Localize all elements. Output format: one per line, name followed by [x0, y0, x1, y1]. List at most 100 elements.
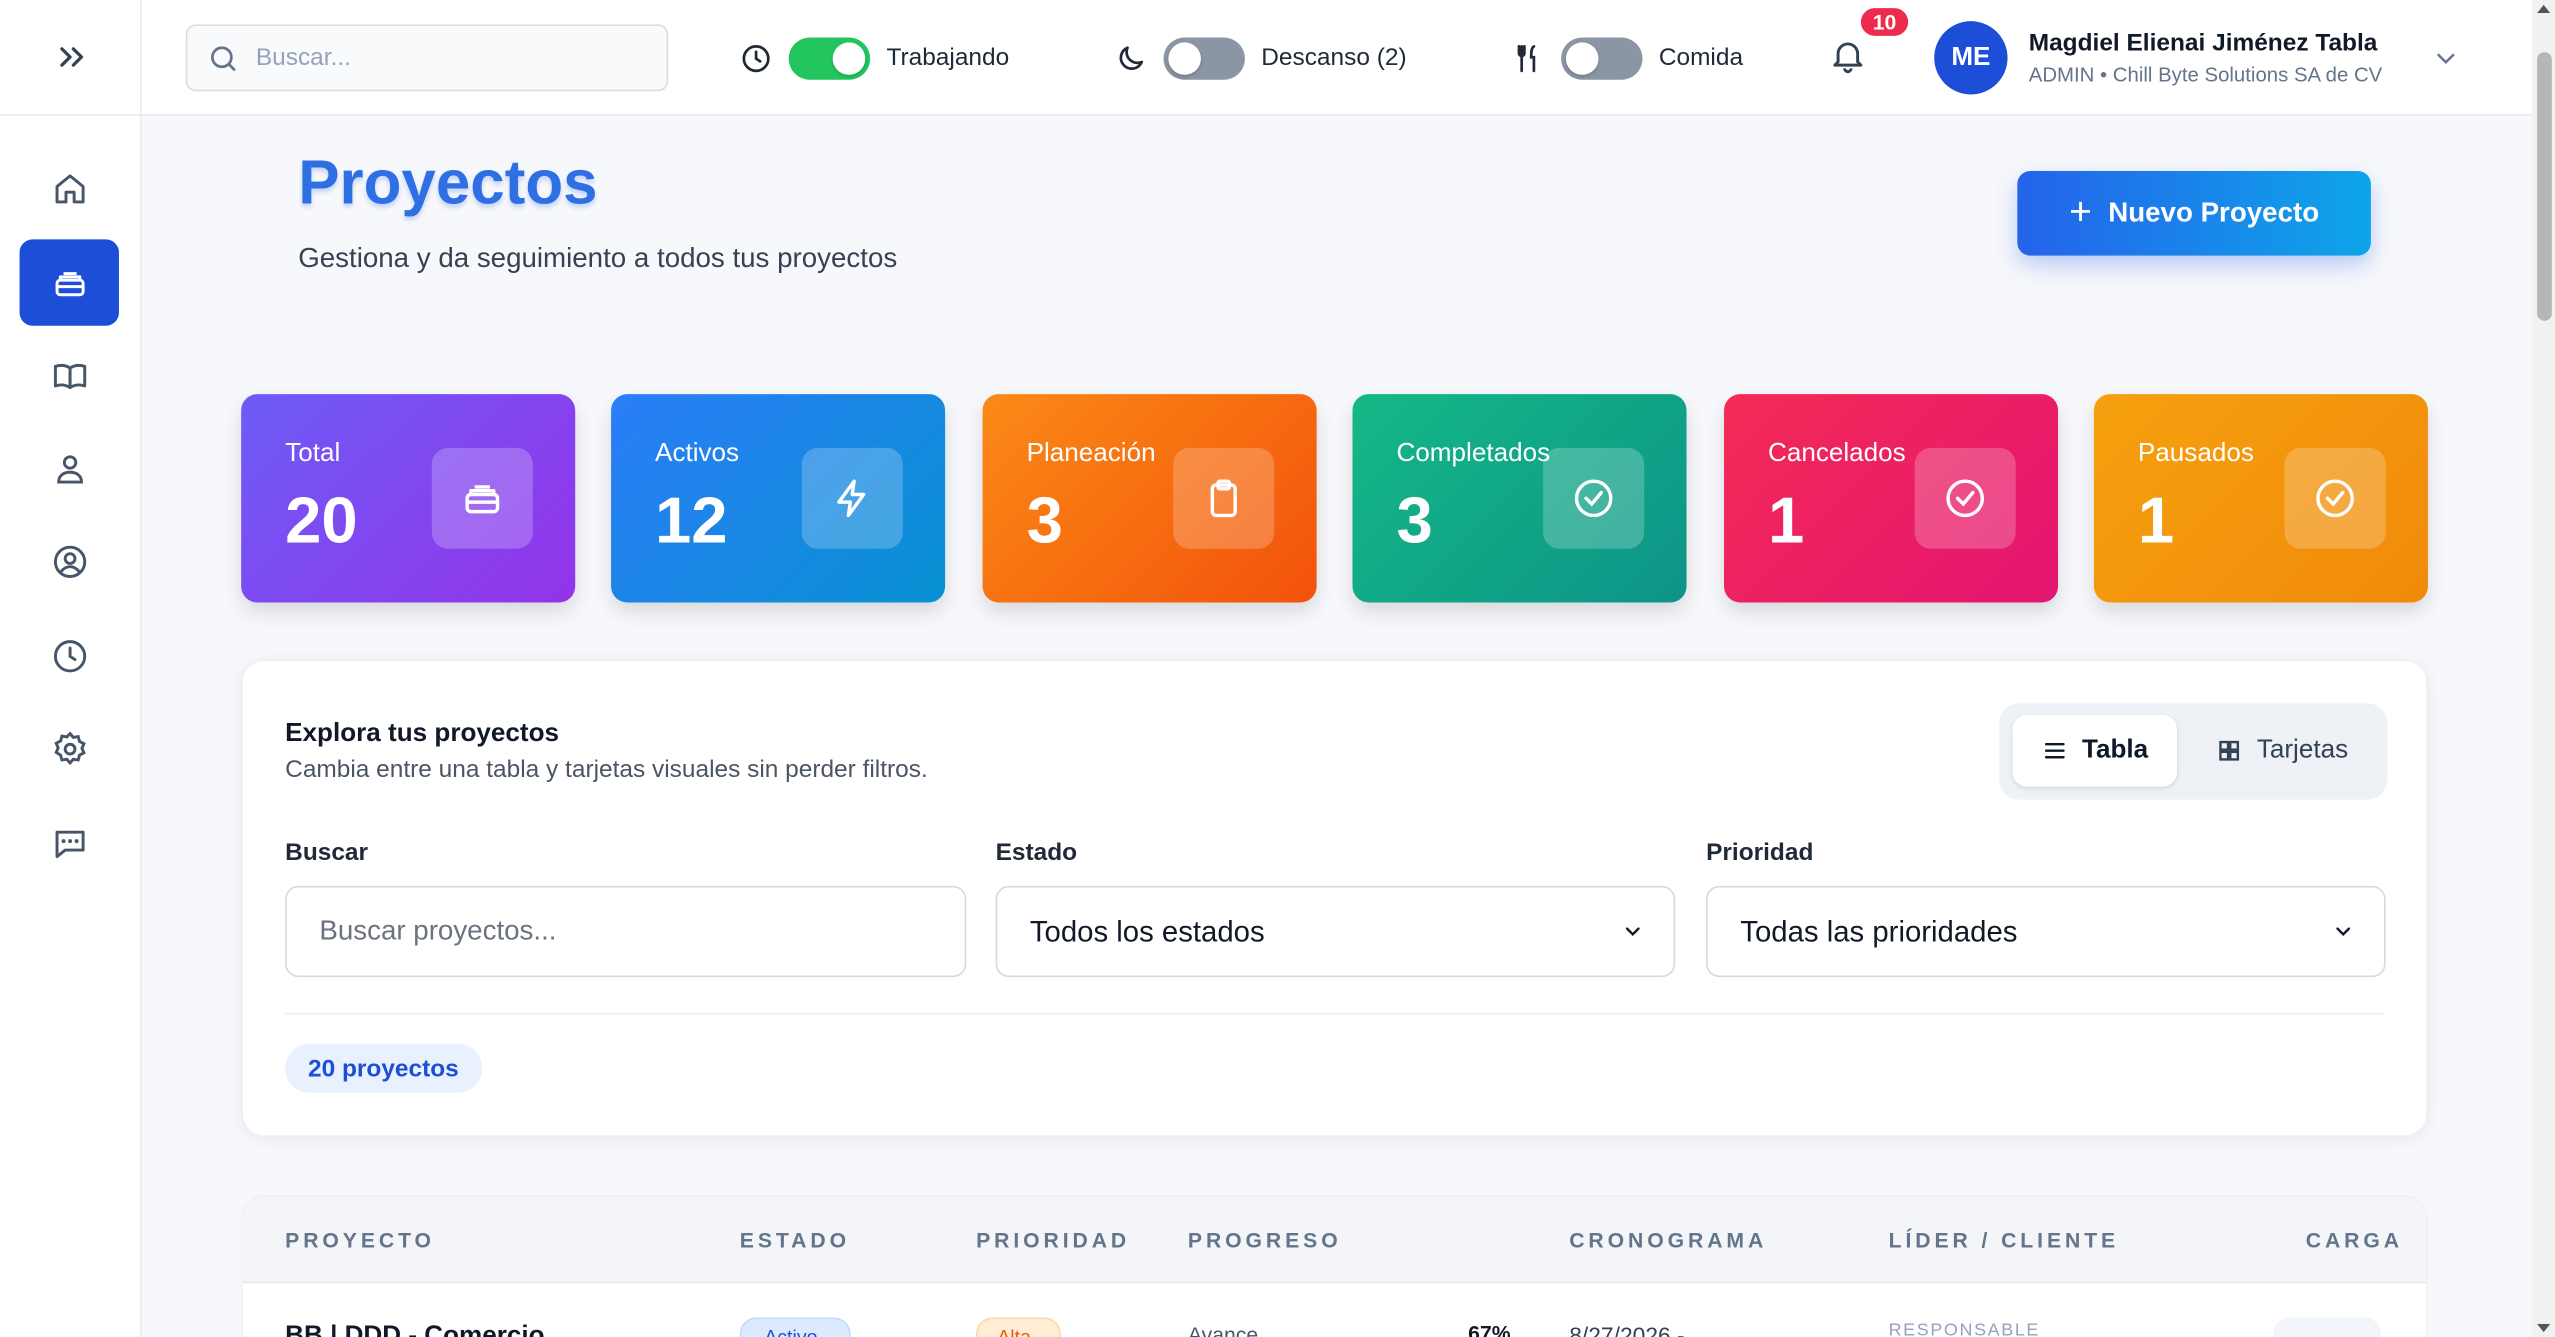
- sidebar-expand-button[interactable]: [0, 0, 142, 116]
- column-header-leader-client[interactable]: LÍDER / CLIENTE: [1889, 1228, 2119, 1252]
- view-cards-label: Tarjetas: [2256, 736, 2349, 764]
- grid-icon: [2219, 740, 2240, 761]
- moon-icon: [1115, 42, 1148, 75]
- column-header-priority[interactable]: PRIORIDAD: [976, 1228, 1130, 1252]
- message-square-icon: [54, 829, 84, 858]
- search-filter-label: Buscar: [285, 838, 369, 867]
- load-badge: [2273, 1317, 2381, 1337]
- view-table-button[interactable]: Tabla: [2012, 714, 2178, 787]
- leader-label: RESPONSABLE: [1888, 1320, 2041, 1337]
- stat-label: Cancelados: [1768, 439, 1906, 468]
- explore-description: Cambia entre una tabla y tarjetas visual…: [285, 755, 928, 784]
- bolt-icon: [801, 447, 903, 549]
- priority-select[interactable]: Todas las prioridades: [1706, 885, 2386, 978]
- progress-label: Avance: [1187, 1322, 1259, 1337]
- stat-card-cancelled[interactable]: Cancelados 1: [1724, 394, 2059, 603]
- lunch-toggle[interactable]: [1561, 36, 1643, 79]
- status-filter-label: Estado: [995, 838, 1078, 867]
- chevrons-right-icon: [59, 47, 83, 67]
- global-search[interactable]: [185, 24, 669, 92]
- column-header-schedule[interactable]: CRONOGRAMA: [1569, 1228, 1767, 1252]
- working-toggle[interactable]: [788, 36, 871, 79]
- plus-icon: +: [2069, 190, 2092, 235]
- schedule-dates: 8/27/2026 -: [1569, 1322, 1685, 1337]
- stat-card-total[interactable]: Total 20: [241, 394, 576, 603]
- priority-select-value: Todas las prioridades: [1740, 914, 2018, 947]
- new-project-label: Nuevo Proyecto: [2108, 197, 2320, 228]
- sidebar-item-messages[interactable]: [20, 800, 119, 886]
- status-select-value: Todos los estados: [1029, 914, 1265, 947]
- page-title: Proyectos: [298, 149, 598, 219]
- scroll-down-arrow[interactable]: [2537, 1323, 2551, 1333]
- stat-card-planning[interactable]: Planeación 3: [982, 394, 1317, 603]
- chevron-down-icon[interactable]: [2431, 44, 2460, 73]
- new-project-button[interactable]: + Nuevo Proyecto: [2017, 170, 2371, 256]
- view-table-label: Tabla: [2081, 736, 2149, 764]
- check-circle-icon: [2284, 447, 2386, 549]
- stat-card-completed[interactable]: Completados 3: [1352, 394, 1687, 603]
- project-name[interactable]: BB | DDD - Comercio: [285, 1322, 544, 1337]
- projects-count-badge: 20 proyectos: [285, 1043, 482, 1093]
- user-name[interactable]: Magdiel Elienai Jiménez Tabla: [2029, 29, 2378, 57]
- sidebar-item-home[interactable]: [20, 145, 119, 231]
- status-working: Trabajando: [740, 0, 1009, 116]
- column-header-load[interactable]: CARGA: [2306, 1228, 2403, 1252]
- break-toggle[interactable]: [1163, 36, 1245, 79]
- book-open-icon: [53, 363, 86, 389]
- lunch-label: Comida: [1658, 43, 1744, 72]
- stat-value: 12: [655, 485, 728, 557]
- clock-icon: [53, 639, 86, 672]
- status-select[interactable]: Todos los estados: [995, 885, 1676, 978]
- priority-badge: Alta: [976, 1317, 1061, 1337]
- stat-card-paused[interactable]: Pausados 1: [2093, 394, 2428, 603]
- check-circle-icon: [1543, 447, 1645, 549]
- stat-label: Activos: [655, 439, 740, 468]
- user-circle-icon: [53, 544, 86, 578]
- column-header-progress[interactable]: PROGRESO: [1188, 1228, 1342, 1252]
- sidebar-item-team[interactable]: [20, 425, 119, 511]
- list-icon: [2044, 743, 2065, 759]
- page-subtitle: Gestiona y da seguimiento a todos tus pr…: [298, 242, 898, 274]
- status-break: Descanso (2): [1115, 0, 1407, 116]
- column-header-project[interactable]: PROYECTO: [285, 1228, 435, 1252]
- stat-value: 20: [285, 485, 358, 557]
- project-search-field[interactable]: [285, 885, 967, 978]
- box-icon: [54, 271, 84, 296]
- table-row[interactable]: BB | DDD - Comercio Activo Alta Avance 6…: [242, 1283, 2427, 1337]
- sidebar-item-settings[interactable]: [20, 705, 119, 791]
- sidebar-item-time[interactable]: [20, 612, 119, 698]
- stat-value: 1: [1768, 485, 1805, 557]
- avatar[interactable]: ME: [1934, 21, 2008, 95]
- stat-label: Pausados: [2137, 439, 2254, 468]
- break-label: Descanso (2): [1261, 43, 1407, 72]
- utensils-icon: [1512, 42, 1545, 75]
- explore-panel: Explora tus proyectos Cambia entre una t…: [241, 659, 2428, 1137]
- sidebar-item-book[interactable]: [20, 332, 119, 418]
- scroll-up-arrow[interactable]: [2537, 4, 2551, 14]
- check-circle-icon: [1914, 447, 2016, 549]
- gear-icon: [53, 730, 85, 765]
- status-lunch: Comida: [1512, 0, 1743, 116]
- stat-card-active[interactable]: Activos 12: [611, 394, 946, 603]
- sidebar-item-profile[interactable]: [20, 518, 119, 604]
- global-search-input[interactable]: [255, 43, 631, 72]
- bell-icon: [1833, 42, 1863, 74]
- topbar: Trabajando Descanso (2) Comida 10 ME Mag…: [141, 0, 2533, 116]
- explore-title: Explora tus proyectos: [285, 719, 559, 748]
- status-badge: Activo: [739, 1317, 851, 1337]
- project-search-input[interactable]: [319, 915, 936, 948]
- projects-table: PROYECTO ESTADO PRIORIDAD PROGRESO CRONO…: [241, 1195, 2428, 1337]
- column-header-status[interactable]: ESTADO: [740, 1228, 850, 1252]
- scroll-thumb[interactable]: [2537, 52, 2552, 321]
- page-scrollbar[interactable]: [2532, 0, 2555, 1337]
- sidebar-item-projects[interactable]: [19, 239, 119, 326]
- home-icon: [54, 173, 84, 203]
- notifications-button[interactable]: [1828, 36, 1870, 78]
- stat-value: 3: [1396, 485, 1433, 557]
- user-role: ADMIN • Chill Byte Solutions SA de CV: [2028, 63, 2383, 87]
- view-cards-button[interactable]: Tarjetas: [2190, 715, 2374, 787]
- view-switch: Tabla Tarjetas: [1999, 703, 2388, 800]
- sidebar: [0, 0, 142, 1337]
- stat-label: Planeación: [1026, 439, 1156, 468]
- chevron-down-icon: [2336, 927, 2351, 937]
